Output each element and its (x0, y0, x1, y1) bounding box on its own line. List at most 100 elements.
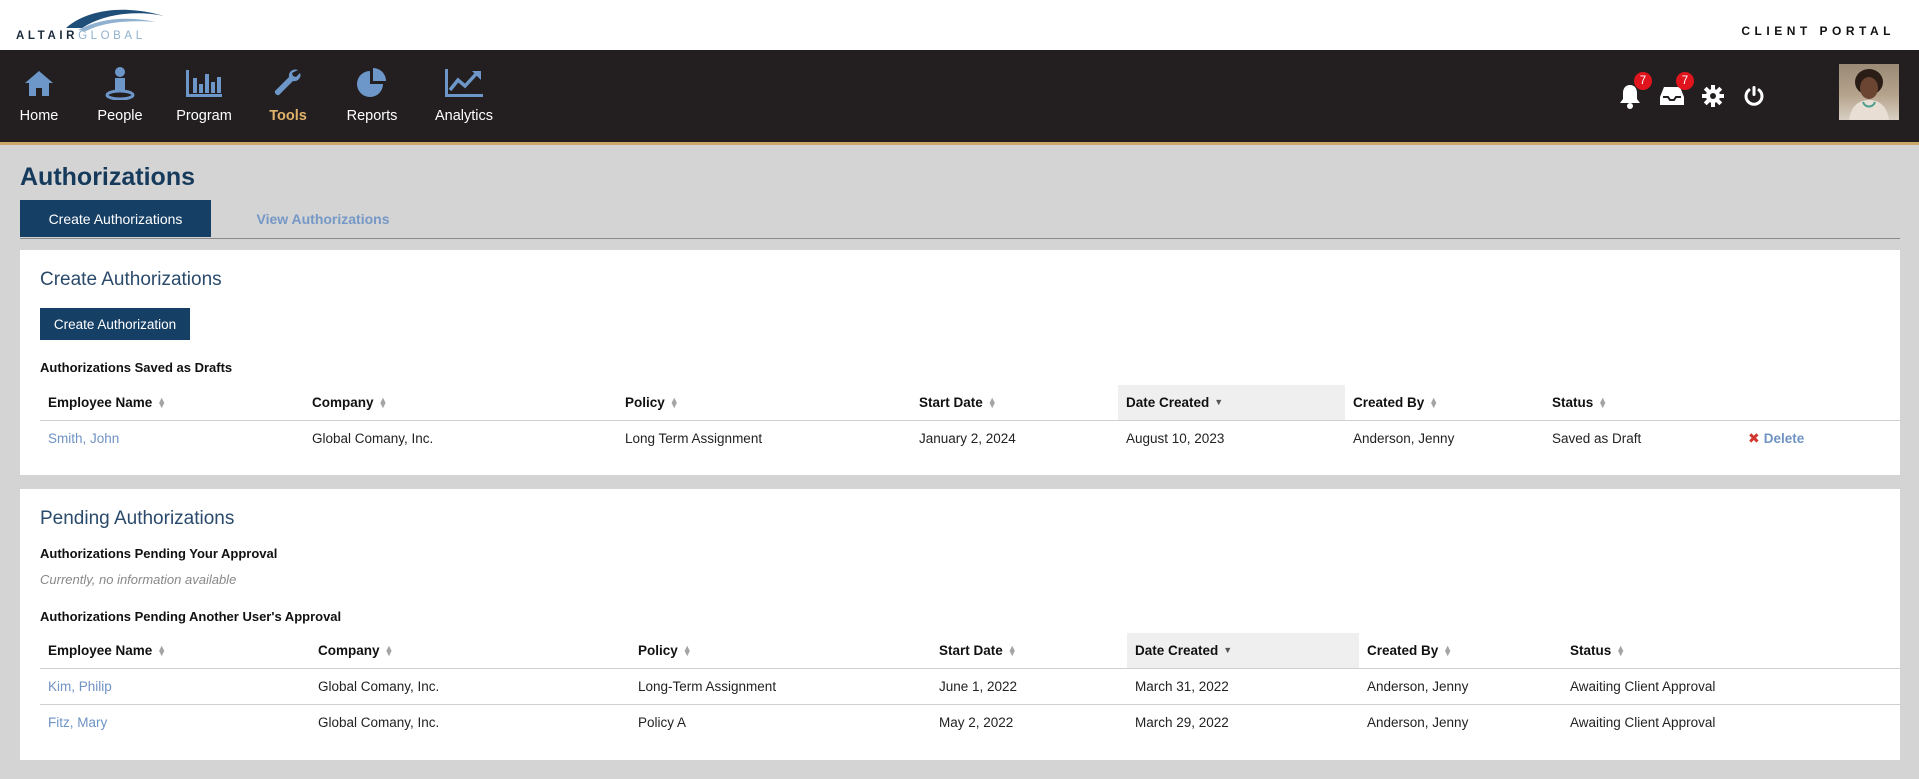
sort-icon: ▲ ▼ (682, 642, 692, 658)
col-label: Employee Name (48, 643, 153, 658)
col-created-by[interactable]: Created By ▲ ▼ (1345, 385, 1544, 420)
nav-label-home: Home (19, 108, 59, 124)
pending-authorizations-panel: Pending Authorizations Authorizations Pe… (20, 489, 1900, 760)
col-label: Company (318, 643, 380, 658)
tab-create-authorizations[interactable]: Create Authorizations (20, 200, 211, 237)
tab-view-authorizations[interactable]: View Authorizations (230, 200, 416, 237)
nav-item-program[interactable]: Program (176, 50, 232, 142)
col-label: Start Date (939, 643, 1003, 658)
created-by-cell: Anderson, Jenny (1367, 715, 1469, 730)
nav-label-people: People (97, 108, 143, 124)
col-date-created[interactable]: Date Created ▼ (1127, 633, 1359, 668)
col-label: Created By (1367, 643, 1439, 658)
col-date-created[interactable]: Date Created ▼ (1118, 385, 1345, 420)
employee-link[interactable]: Kim, Philip (40, 669, 310, 704)
pending-table-header: Employee Name ▲ ▼ Company ▲ ▼ Policy ▲ ▼ Start… (40, 633, 1900, 669)
date-created-cell: March 31, 2022 (1135, 679, 1229, 694)
col-status[interactable]: Status ▲ ▼ (1544, 385, 1740, 420)
nav-label-program: Program (176, 108, 232, 124)
nav-item-reports[interactable]: Reports (346, 50, 398, 142)
col-status[interactable]: Status ▲ ▼ (1562, 633, 1862, 668)
col-company[interactable]: Company ▲ ▼ (310, 633, 630, 668)
col-company[interactable]: Company ▲ ▼ (304, 385, 617, 420)
col-label: Status (1570, 643, 1612, 658)
nav-items: Home People Program Tools Reports Analyt… (0, 50, 493, 142)
col-start-date[interactable]: Start Date ▲ ▼ (911, 385, 1118, 420)
start-date-cell: June 1, 2022 (939, 679, 1018, 694)
sort-icon: ▲ ▼ (669, 394, 679, 410)
col-label: Status (1552, 395, 1594, 410)
col-label: Employee Name (48, 395, 153, 410)
date-created-cell: March 29, 2022 (1135, 715, 1229, 730)
logout-button[interactable] (1740, 82, 1768, 110)
client-portal-label: CLIENT PORTAL (1741, 24, 1895, 38)
col-created-by[interactable]: Created By ▲ ▼ (1359, 633, 1562, 668)
pending-your-approval-heading: Authorizations Pending Your Approval (40, 546, 278, 561)
inbox-button[interactable]: 7 (1658, 72, 1694, 110)
sort-icon: ▲ ▼ (1429, 394, 1439, 410)
main-nav-bar: Home People Program Tools Reports Analyt… (0, 50, 1919, 145)
col-policy[interactable]: Policy ▲ ▼ (630, 633, 931, 668)
col-label: Policy (625, 395, 665, 410)
nav-item-people[interactable]: People (92, 50, 148, 142)
employee-link[interactable]: Fitz, Mary (40, 705, 310, 740)
tab-bar: Create Authorizations View Authorization… (20, 200, 1900, 239)
company-cell: Global Comany, Inc. (318, 715, 440, 730)
line-chart-icon (444, 66, 484, 100)
nav-label-reports: Reports (346, 108, 398, 124)
start-date-cell: January 2, 2024 (919, 431, 1016, 446)
table-row: Smith, John Global Comany, Inc. Long Ter… (40, 421, 1900, 456)
gear-icon (1702, 85, 1724, 107)
power-icon (1744, 86, 1764, 106)
drafts-table: Employee Name ▲ ▼ Company ▲ ▼ Policy ▲ ▼ Start… (40, 385, 1900, 456)
nav-item-analytics[interactable]: Analytics (435, 50, 493, 142)
pending-table: Employee Name ▲ ▼ Company ▲ ▼ Policy ▲ ▼ Start… (40, 633, 1900, 740)
delete-draft-button[interactable]: ✖ Delete (1740, 421, 1890, 456)
status-cell: Saved as Draft (1552, 431, 1642, 446)
delete-x-icon: ✖ (1748, 430, 1760, 446)
altair-global-logo[interactable]: ALTAIRGLOBAL (16, 6, 186, 46)
nav-label-tools: Tools (269, 108, 307, 124)
logo-primary-text: ALTAIR (16, 30, 79, 42)
sort-icon: ▲ ▼ (1007, 642, 1017, 658)
table-row: Fitz, Mary Global Comany, Inc. Policy A … (40, 705, 1900, 740)
pie-chart-icon (355, 66, 389, 100)
col-start-date[interactable]: Start Date ▲ ▼ (931, 633, 1127, 668)
policy-cell: Long-Term Assignment (638, 679, 777, 694)
nav-item-tools[interactable]: Tools (269, 50, 307, 142)
sort-desc-icon: ▼ (1223, 645, 1233, 655)
create-panel-title: Create Authorizations (40, 269, 222, 290)
logo-text: ALTAIRGLOBAL (16, 30, 146, 42)
notifications-button[interactable]: 7 (1616, 72, 1652, 110)
employee-link[interactable]: Smith, John (40, 421, 304, 456)
company-cell: Global Comany, Inc. (312, 431, 434, 446)
sort-icon: ▲ ▼ (1598, 394, 1608, 410)
col-label: Company (312, 395, 374, 410)
user-avatar[interactable] (1839, 64, 1899, 120)
policy-cell: Long Term Assignment (625, 431, 763, 446)
avatar-image (1849, 69, 1889, 120)
col-label: Start Date (919, 395, 983, 410)
sort-icon: ▲ ▼ (157, 642, 167, 658)
pending-panel-title: Pending Authorizations (40, 508, 235, 529)
col-label: Date Created (1126, 395, 1210, 410)
start-date-cell: May 2, 2022 (939, 715, 1014, 730)
col-employee-name[interactable]: Employee Name ▲ ▼ (40, 385, 304, 420)
create-authorizations-panel: Create Authorizations Create Authorizati… (20, 250, 1900, 475)
pending-other-approval-heading: Authorizations Pending Another User's Ap… (40, 609, 342, 624)
home-icon (23, 66, 55, 100)
drafts-heading: Authorizations Saved as Drafts (40, 360, 233, 375)
col-label: Created By (1353, 395, 1425, 410)
top-header: ALTAIRGLOBAL CLIENT PORTAL (0, 0, 1919, 50)
status-cell: Awaiting Client Approval (1570, 679, 1716, 694)
settings-button[interactable] (1699, 82, 1727, 110)
sort-icon: ▲ ▼ (1616, 642, 1626, 658)
logo-swoosh-icon (66, 9, 164, 31)
col-policy[interactable]: Policy ▲ ▼ (617, 385, 911, 420)
nav-item-home[interactable]: Home (16, 50, 62, 142)
created-by-cell: Anderson, Jenny (1367, 679, 1469, 694)
create-authorization-button[interactable]: Create Authorization (40, 308, 190, 340)
sort-icon: ▲ ▼ (987, 394, 997, 410)
col-employee-name[interactable]: Employee Name ▲ ▼ (40, 633, 310, 668)
col-label: Date Created (1135, 643, 1219, 658)
